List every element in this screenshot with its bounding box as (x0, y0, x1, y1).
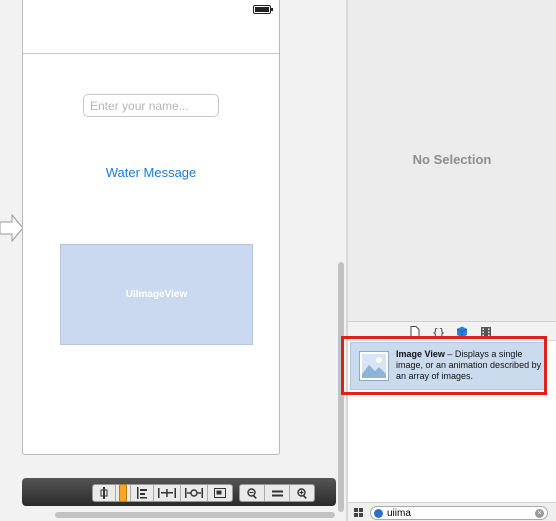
zoom-reset-button[interactable] (265, 485, 290, 501)
water-message-button[interactable]: Water Message (83, 165, 219, 180)
zoom-out-button[interactable] (240, 485, 265, 501)
library-filter-bar: × (348, 502, 556, 521)
embed-button[interactable] (208, 485, 232, 501)
image-view-label: UIImageView (125, 289, 188, 300)
canvas-toolbar (22, 478, 336, 506)
grid-view-icon[interactable] (354, 508, 363, 517)
resize-button[interactable] (181, 485, 208, 501)
resize-icon (185, 488, 203, 498)
status-bar (23, 0, 279, 54)
align-icon (100, 487, 108, 499)
battery-icon (253, 5, 273, 14)
library-search-field[interactable]: × (370, 506, 548, 520)
pin-button[interactable] (131, 485, 154, 501)
highlight-box (341, 336, 547, 395)
initial-scene-arrow-icon (0, 213, 24, 243)
image-view[interactable]: UIImageView (60, 244, 253, 345)
constraint-toggle[interactable] (116, 484, 131, 502)
zoom-in-button[interactable] (290, 485, 314, 501)
name-field-placeholder: Enter your name... (90, 99, 189, 113)
resolve-icon (158, 488, 176, 498)
view-controller-scene[interactable]: Enter your name... Water Message UIImage… (22, 0, 280, 455)
zoom-button-group (239, 484, 315, 502)
inspector-pane: No Selection (348, 0, 556, 321)
pin-icon (137, 487, 147, 499)
embed-icon (214, 488, 226, 498)
zoom-reset-icon (271, 490, 283, 496)
zoom-in-icon (296, 487, 307, 499)
clear-search-icon[interactable]: × (535, 509, 544, 518)
storyboard-canvas[interactable]: Enter your name... Water Message UIImage… (0, 0, 346, 521)
align-button[interactable] (93, 485, 116, 501)
search-input[interactable] (387, 507, 527, 519)
layout-button-group (92, 484, 233, 502)
horizontal-scrollbar[interactable] (55, 512, 335, 518)
search-icon (374, 509, 383, 518)
resolve-button[interactable] (154, 485, 181, 501)
zoom-out-icon (246, 487, 257, 499)
name-text-field[interactable]: Enter your name... (83, 94, 219, 117)
constraint-toggle-icon (119, 484, 127, 502)
no-selection-label: No Selection (412, 152, 492, 167)
